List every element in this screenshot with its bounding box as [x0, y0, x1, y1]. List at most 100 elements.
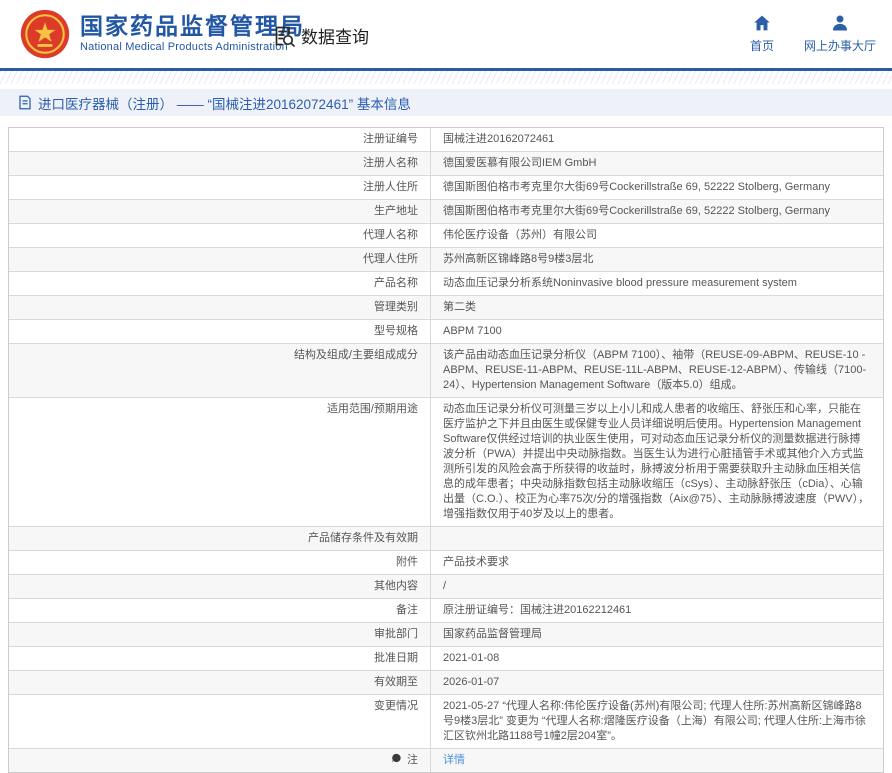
table-row: 适用范围/预期用途 动态血压记录分析仪可测量三岁以上小儿和成人患者的收缩压、舒张…: [9, 398, 883, 527]
table-row: 附件 产品技术要求: [9, 551, 883, 575]
nav-service-hall[interactable]: 网上办事大厅: [804, 13, 876, 54]
row-label-cell: 注册人住所: [9, 176, 431, 199]
row-label: 适用范围/预期用途: [327, 403, 418, 415]
row-label-cell: 审批部门: [9, 623, 431, 646]
nmpa-emblem-logo[interactable]: [20, 9, 70, 59]
breadcrumb-text: 进口医疗器械（注册） —— “国械注进20162072461” 基本信息: [38, 93, 411, 113]
home-icon: [752, 13, 772, 33]
row-value: 德国爱医慕有限公司IEM GmbH: [443, 157, 596, 169]
nav-service-hall-label: 网上办事大厅: [804, 37, 876, 54]
header: 国家药品监督管理局 National Medical Products Admi…: [0, 0, 892, 68]
data-query-label: 数据查询: [301, 23, 369, 48]
row-value: 国家药品监督管理局: [443, 628, 542, 640]
table-row: 注 详情: [9, 749, 883, 772]
row-label-cell: 有效期至: [9, 671, 431, 694]
row-value-cell: 2021-05-27 “代理人名称:伟伦医疗设备(苏州)有限公司; 代理人住所:…: [431, 695, 883, 748]
row-label-cell: 备注: [9, 599, 431, 622]
data-query-entry[interactable]: 数据查询: [272, 23, 369, 48]
row-label: 产品名称: [374, 277, 418, 289]
row-value: 产品技术要求: [443, 556, 509, 568]
row-value-cell: 动态血压记录分析仪可测量三岁以上小儿和成人患者的收缩压、舒张压和心率，只能在医疗…: [431, 398, 883, 526]
row-value-cell: 国家药品监督管理局: [431, 623, 883, 646]
table-row: 代理人住所 苏州高新区锦峰路8号9楼3层北: [9, 248, 883, 272]
row-label: 审批部门: [374, 628, 418, 640]
row-value-cell: 详情: [431, 749, 883, 772]
row-label-cell: 代理人住所: [9, 248, 431, 271]
row-label: 注册人名称: [363, 157, 418, 169]
table-row: 产品储存条件及有效期: [9, 527, 883, 551]
table-row: 备注 原注册证编号：国械注进20162212461: [9, 599, 883, 623]
row-value: 2026-01-07: [443, 676, 499, 688]
table-row: 管理类别 第二类: [9, 296, 883, 320]
row-label-cell: 型号规格: [9, 320, 431, 343]
row-label-cell: 产品储存条件及有效期: [9, 527, 431, 550]
row-label: 结构及组成/主要组成成分: [294, 349, 418, 361]
national-emblem-icon: [20, 9, 70, 59]
table-row: 代理人名称 伟伦医疗设备（苏州）有限公司: [9, 224, 883, 248]
row-label-cell: 适用范围/预期用途: [9, 398, 431, 526]
row-value: 原注册证编号：国械注进20162212461: [443, 604, 631, 616]
row-label: 附件: [396, 556, 418, 568]
table-row: 审批部门 国家药品监督管理局: [9, 623, 883, 647]
row-value: 第二类: [443, 301, 476, 313]
row-value-cell: 第二类: [431, 296, 883, 319]
row-label: 代理人住所: [363, 253, 418, 265]
row-value-cell: 德国斯图伯格市考克里尔大街69号Cockerillstraße 69, 5222…: [431, 176, 883, 199]
table-row: 其他内容 /: [9, 575, 883, 599]
row-label-cell: 结构及组成/主要组成成分: [9, 344, 431, 397]
document-icon: [18, 95, 32, 110]
table-row: 注册人名称 德国爱医慕有限公司IEM GmbH: [9, 152, 883, 176]
row-value: 苏州高新区锦峰路8号9楼3层北: [443, 253, 593, 265]
row-label: 管理类别: [374, 301, 418, 313]
nav-home[interactable]: 首页: [750, 13, 774, 54]
row-label: 产品储存条件及有效期: [308, 532, 418, 544]
row-value-cell: 该产品由动态血压记录分析仪（ABPM 7100）、袖带（REUSE-09-ABP…: [431, 344, 883, 397]
row-label-cell: 变更情况: [9, 695, 431, 748]
row-label-cell: 生产地址: [9, 200, 431, 223]
row-label-cell: 产品名称: [9, 272, 431, 295]
stripe-band: [0, 71, 892, 84]
row-label: 注册人住所: [363, 181, 418, 193]
row-value-cell: 原注册证编号：国械注进20162212461: [431, 599, 883, 622]
table-row: 注册证编号 国械注进20162072461: [9, 128, 883, 152]
row-value-cell: 伟伦医疗设备（苏州）有限公司: [431, 224, 883, 247]
row-value-cell: 国械注进20162072461: [431, 128, 883, 151]
row-value: 2021-01-08: [443, 652, 499, 664]
row-value-cell: [431, 527, 883, 550]
row-value-cell: 产品技术要求: [431, 551, 883, 574]
row-value-cell: 苏州高新区锦峰路8号9楼3层北: [431, 248, 883, 271]
user-icon: [830, 13, 850, 33]
row-label-cell: 管理类别: [9, 296, 431, 319]
table-row: 批准日期 2021-01-08: [9, 647, 883, 671]
row-value-cell: 德国斯图伯格市考克里尔大街69号Cockerillstraße 69, 5222…: [431, 200, 883, 223]
row-value: 动态血压记录分析仪可测量三岁以上小儿和成人患者的收缩压、舒张压和心率，只能在医疗…: [443, 403, 869, 520]
table-row: 结构及组成/主要组成成分 该产品由动态血压记录分析仪（ABPM 7100）、袖带…: [9, 344, 883, 398]
row-label-cell: 注: [9, 749, 431, 772]
row-label-cell: 注册证编号: [9, 128, 431, 151]
row-value-cell: 动态血压记录分析系统Noninvasive blood pressure mea…: [431, 272, 883, 295]
row-label-cell: 批准日期: [9, 647, 431, 670]
row-value: 国械注进20162072461: [443, 133, 554, 145]
nav-home-label: 首页: [750, 37, 774, 54]
info-table: 注册证编号 国械注进20162072461 注册人名称 德国爱医慕有限公司IEM…: [8, 127, 884, 773]
row-label: 注: [407, 754, 418, 766]
header-nav: 首页 网上办事大厅: [750, 13, 876, 54]
row-label-cell: 其他内容: [9, 575, 431, 598]
row-label: 注册证编号: [363, 133, 418, 145]
row-label: 有效期至: [374, 676, 418, 688]
row-value: 动态血压记录分析系统Noninvasive blood pressure mea…: [443, 277, 797, 289]
row-value-cell: 2026-01-07: [431, 671, 883, 694]
row-value-cell: /: [431, 575, 883, 598]
row-value-cell: 德国爱医慕有限公司IEM GmbH: [431, 152, 883, 175]
breadcrumb: 进口医疗器械（注册） —— “国械注进20162072461” 基本信息: [0, 89, 892, 116]
row-value: ABPM 7100: [443, 325, 502, 337]
detail-link[interactable]: 详情: [443, 754, 465, 766]
row-value: 德国斯图伯格市考克里尔大街69号Cockerillstraße 69, 5222…: [443, 205, 830, 217]
row-label-cell: 代理人名称: [9, 224, 431, 247]
page: 国家药品监督管理局 National Medical Products Admi…: [0, 0, 892, 773]
row-label-cell: 附件: [9, 551, 431, 574]
table-row: 生产地址 德国斯图伯格市考克里尔大街69号Cockerillstraße 69,…: [9, 200, 883, 224]
row-value: 伟伦医疗设备（苏州）有限公司: [443, 229, 597, 241]
table-row: 注册人住所 德国斯图伯格市考克里尔大街69号Cockerillstraße 69…: [9, 176, 883, 200]
row-label-cell: 注册人名称: [9, 152, 431, 175]
